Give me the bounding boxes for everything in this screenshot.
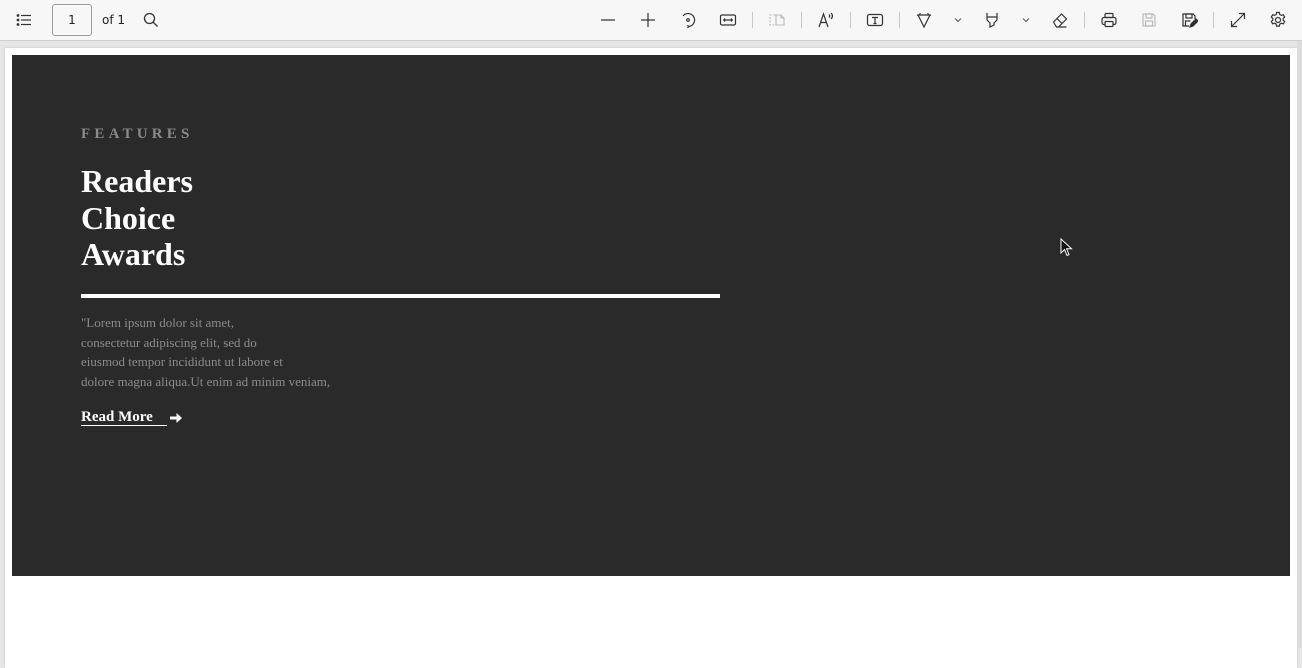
search-icon [143,12,158,27]
save-icon [1142,13,1156,27]
features-panel: FEATURES Readers Choice Awards "Lorem ip… [12,55,1290,576]
print-icon [1101,12,1117,28]
read-aloud-icon [818,12,834,28]
fit-width-icon [719,14,737,26]
add-text-button[interactable] [862,8,888,32]
search-button[interactable] [138,8,164,32]
toolbar-separator [850,12,851,28]
toolbar-separator [1213,12,1214,28]
table-of-contents-icon [16,14,31,26]
zoom-out-button[interactable] [595,8,621,32]
settings-button[interactable] [1265,8,1291,32]
body-line: consectetur adipiscing elit, sed do [81,334,257,350]
erase-button[interactable] [1047,8,1073,32]
toolbar-separator [801,12,802,28]
save-button[interactable] [1136,8,1162,32]
toolbar-separator [1084,12,1085,28]
page-total-label: of 1 [102,13,126,27]
zoom-in-button[interactable] [635,8,661,32]
pdf-page: FEATURES Readers Choice Awards "Lorem ip… [5,48,1297,668]
gear-icon [1270,11,1286,27]
read-more-label: Read More [81,409,167,426]
body-line: eiusmod tempor incididunt ut labore et [81,354,283,370]
fit-width-button[interactable] [715,8,741,32]
section-eyebrow: FEATURES [81,126,194,142]
print-button[interactable] [1096,8,1122,32]
vertical-scrollbar[interactable] [1297,41,1302,648]
body-line: "Lorem ipsum dolor sit amet, [81,315,234,330]
chevron-down-icon [954,18,962,23]
page-view-icon [769,14,785,26]
title-divider [81,294,720,298]
page-number-input[interactable] [52,4,92,36]
plus-icon [641,13,655,27]
rotate-button[interactable] [675,8,701,32]
draw-button[interactable] [911,8,937,32]
text-box-icon [866,13,884,27]
highlight-options-dropdown[interactable] [1019,8,1033,32]
page-view-button[interactable] [764,8,790,32]
chevron-down-icon [1022,18,1030,23]
title-line: Readers [81,163,193,199]
fullscreen-button[interactable] [1225,8,1251,32]
body-paragraph: "Lorem ipsum dolor sit amet, consectetur… [81,313,330,392]
toolbar-separator [752,12,753,28]
highlight-button[interactable] [979,8,1005,32]
page-title: Readers Choice Awards [81,163,193,273]
mouse-cursor-icon [1060,238,1073,257]
document-viewer[interactable]: FEATURES Readers Choice Awards "Lorem ip… [0,41,1302,668]
save-as-icon [1182,13,1198,28]
eraser-icon [1052,13,1068,28]
toolbar-separator [899,12,900,28]
rotate-icon [682,12,696,29]
minus-icon [601,19,615,21]
arrow-right-icon [169,412,182,423]
title-line: Awards [81,236,186,272]
pdf-toolbar: of 1 [0,0,1302,41]
title-line: Choice [81,199,176,236]
body-line: dolore magna aliqua.Ut enim ad minim ven… [81,374,331,390]
save-as-button[interactable] [1176,8,1202,32]
draw-options-dropdown[interactable] [951,8,965,32]
read-more-link[interactable]: Read More [81,409,183,426]
table-of-contents-button[interactable] [11,8,37,32]
read-aloud-button[interactable] [813,8,839,32]
highlight-icon [986,13,998,28]
draw-icon [917,13,931,29]
expand-icon [1230,12,1246,28]
